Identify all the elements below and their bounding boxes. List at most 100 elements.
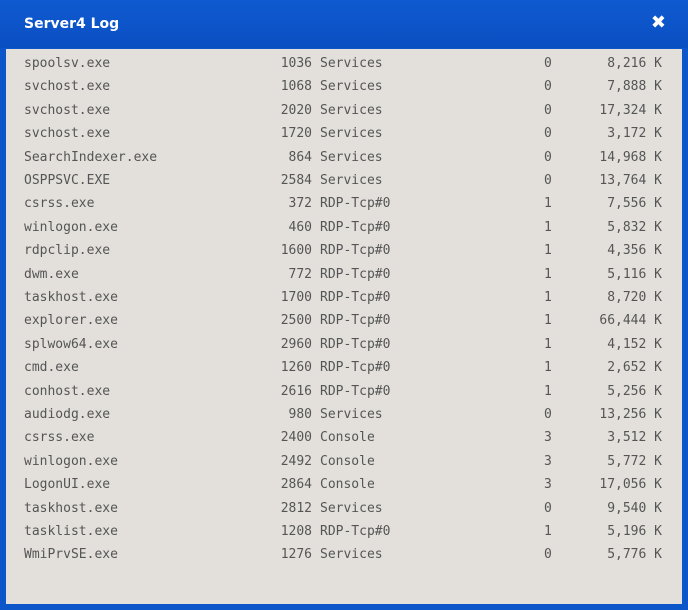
session-name: Services [320,56,383,71]
process-name: dwm.exe [24,266,79,282]
process-name: cmd.exe [24,360,79,376]
process-name: tasklist.exe [24,524,118,539]
process-pid: 2584 [280,173,312,188]
process-name: taskhost.exe [24,500,118,516]
session-number: 1 [544,383,552,399]
session-number: 0 [544,56,552,71]
process-name: csrss.exe [24,196,95,212]
process-pid: 2864 [280,477,312,493]
session-name: Services [320,149,383,165]
process-row: rdpclip.exe 1600 RDP-Tcp#0 1 4,356 K [6,240,682,262]
process-name: svchost.exe [24,79,111,95]
process-pid: 460 [288,219,312,235]
session-name: Console [320,453,375,469]
session-number: 1 [544,196,552,212]
process-row: tasklist.exe 1208 RDP-Tcp#0 1 5,196 K [6,521,682,543]
session-name: RDP-Tcp#0 [320,290,391,305]
process-row: spoolsv.exe 1036 Services 0 8,216 K [6,53,682,75]
process-pid: 1720 [280,126,312,142]
process-row: WmiPrvSE.exe 1276 Services 0 5,776 K [6,544,682,566]
memory-usage: 5,256 K [607,383,662,399]
session-number: 0 [544,126,552,142]
memory-usage: 4,152 K [607,336,662,352]
process-row: svchost.exe 2020 Services 0 17,324 K [6,100,682,122]
process-name: audiodg.exe [24,407,111,422]
session-name: Services [320,500,383,516]
session-number: 0 [544,149,552,165]
process-name: taskhost.exe [24,290,118,305]
process-row: csrss.exe 2400 Console 3 3,512 K [6,427,682,449]
title-bar: Server4 Log ✖ [0,0,688,48]
memory-usage: 14,968 K [599,149,662,165]
process-row: taskhost.exe 2812 Services 0 9,540 K [6,498,682,520]
session-name: RDP-Tcp#0 [320,383,391,399]
memory-usage: 13,256 K [599,407,662,422]
process-name: conhost.exe [24,383,111,399]
memory-usage: 5,772 K [607,453,662,469]
process-name: spoolsv.exe [24,56,111,71]
process-row: splwow64.exe 2960 RDP-Tcp#0 1 4,152 K [6,334,682,356]
process-name: explorer.exe [24,313,118,329]
process-name: svchost.exe [24,126,111,142]
process-name: rdpclip.exe [24,243,111,259]
process-pid: 1700 [280,290,312,305]
process-row: OSPPSVC.EXE 2584 Services 0 13,764 K [6,170,682,192]
process-name: winlogon.exe [24,453,118,469]
session-number: 0 [544,547,552,563]
session-name: Services [320,102,383,118]
memory-usage: 7,556 K [607,196,662,212]
session-name: RDP-Tcp#0 [320,524,391,539]
process-pid: 1600 [280,243,312,259]
process-row: SearchIndexer.exe 864 Services 0 14,968 K [6,147,682,169]
session-number: 1 [544,266,552,282]
session-number: 3 [544,453,552,469]
memory-usage: 13,764 K [599,173,662,188]
process-pid: 864 [288,149,312,165]
process-name: winlogon.exe [24,219,118,235]
session-number: 0 [544,500,552,516]
log-window: Server4 Log ✖ spoolsv.exe 1036 Services 0 8,… [0,0,688,610]
session-number: 0 [544,173,552,188]
memory-usage: 2,652 K [607,360,662,376]
session-name: Services [320,173,383,188]
session-name: Services [320,79,383,95]
close-x-icon[interactable]: ✖ [651,12,666,33]
session-number: 1 [544,336,552,352]
process-row: csrss.exe 372 RDP-Tcp#0 1 7,556 K [6,193,682,215]
memory-usage: 8,216 K [607,56,662,71]
session-name: RDP-Tcp#0 [320,243,391,259]
session-number: 3 [544,477,552,493]
session-number: 1 [544,313,552,329]
process-pid: 1208 [280,524,312,539]
process-pid: 2812 [280,500,312,516]
process-row: taskhost.exe 1700 RDP-Tcp#0 1 8,720 K [6,287,682,309]
memory-usage: 17,324 K [599,102,662,118]
session-name: Services [320,407,383,422]
process-pid: 372 [288,196,312,212]
memory-usage: 5,832 K [607,219,662,235]
process-row: winlogon.exe 2492 Console 3 5,772 K [6,451,682,473]
session-name: RDP-Tcp#0 [320,336,391,352]
memory-usage: 66,444 K [599,313,662,329]
process-pid: 2400 [280,430,312,446]
memory-usage: 5,116 K [607,266,662,282]
session-name: RDP-Tcp#0 [320,196,391,212]
process-row: svchost.exe 1068 Services 0 7,888 K [6,76,682,98]
memory-usage: 3,172 K [607,126,662,142]
memory-usage: 3,512 K [607,430,662,446]
session-number: 0 [544,102,552,118]
process-name: SearchIndexer.exe [24,149,158,165]
process-row: LogonUI.exe 2864 Console 3 17,056 K [6,474,682,496]
process-name: csrss.exe [24,430,95,446]
process-pid: 2960 [280,336,312,352]
session-name: Console [320,430,375,446]
session-name: Console [320,477,375,493]
process-pid: 1068 [280,79,312,95]
process-row: svchost.exe 1720 Services 0 3,172 K [6,123,682,145]
session-number: 1 [544,219,552,235]
process-pid: 2020 [280,102,312,118]
session-number: 0 [544,79,552,95]
process-name: OSPPSVC.EXE [24,173,111,188]
session-number: 1 [544,360,552,376]
session-name: RDP-Tcp#0 [320,313,391,329]
